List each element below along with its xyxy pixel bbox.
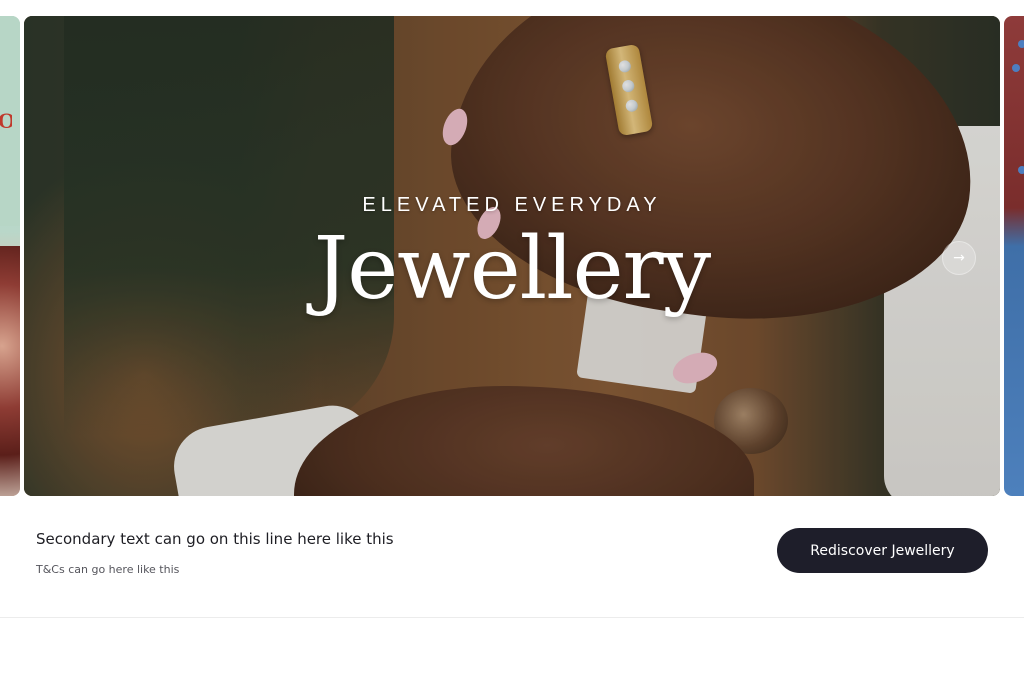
- previous-slide-chocolates-image: [0, 246, 20, 496]
- previous-slide-peek[interactable]: OH: [0, 16, 20, 496]
- terms-text: T&Cs can go here like this: [36, 563, 180, 576]
- arrow-right-icon: →: [953, 250, 965, 266]
- secondary-text: Secondary text can go on this line here …: [36, 530, 394, 548]
- carousel-next-button[interactable]: →: [942, 241, 976, 275]
- hero-headline: Jewellery: [313, 219, 711, 319]
- next-slide-peek[interactable]: [1004, 16, 1024, 496]
- promo-info: Secondary text can go on this line here …: [0, 510, 1024, 617]
- previous-slide-lettering: OH: [0, 108, 12, 133]
- rediscover-jewellery-button[interactable]: Rediscover Jewellery: [777, 528, 988, 573]
- section-divider: [0, 617, 1024, 618]
- hero-carousel: OH ELEVATED EVERYDAY Jewellery →: [0, 0, 1024, 510]
